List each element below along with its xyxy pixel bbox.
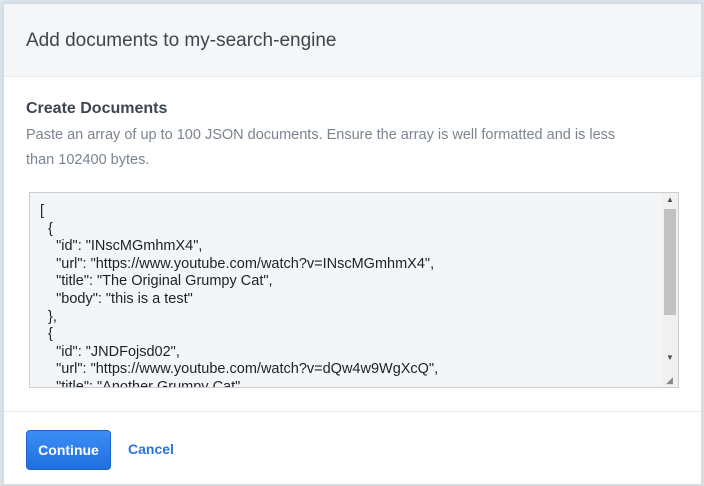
scroll-down-icon[interactable]: ▼: [662, 351, 678, 365]
json-documents-textarea[interactable]: [ { "id": "INscMGmhmX4", "url": "https:/…: [29, 192, 679, 388]
dialog-footer: Continue Cancel: [4, 411, 701, 485]
resize-grip-icon[interactable]: ◢: [666, 375, 676, 385]
section-heading: Create Documents: [26, 100, 168, 117]
continue-button[interactable]: Continue: [26, 430, 111, 470]
cancel-button[interactable]: Cancel: [128, 441, 174, 457]
json-documents-content[interactable]: [ { "id": "INscMGmhmX4", "url": "https:/…: [40, 203, 438, 387]
dialog-title: Add documents to my-search-engine: [26, 30, 337, 51]
scroll-up-icon[interactable]: ▲: [662, 193, 678, 207]
add-documents-dialog: Add documents to my-search-engine Create…: [3, 3, 702, 485]
section-description: Paste an array of up to 100 JSON documen…: [26, 127, 616, 168]
scroll-thumb[interactable]: [664, 209, 676, 315]
editor-scrollbar[interactable]: ▲ ▼: [662, 193, 678, 387]
dialog-header: Add documents to my-search-engine: [4, 4, 701, 77]
